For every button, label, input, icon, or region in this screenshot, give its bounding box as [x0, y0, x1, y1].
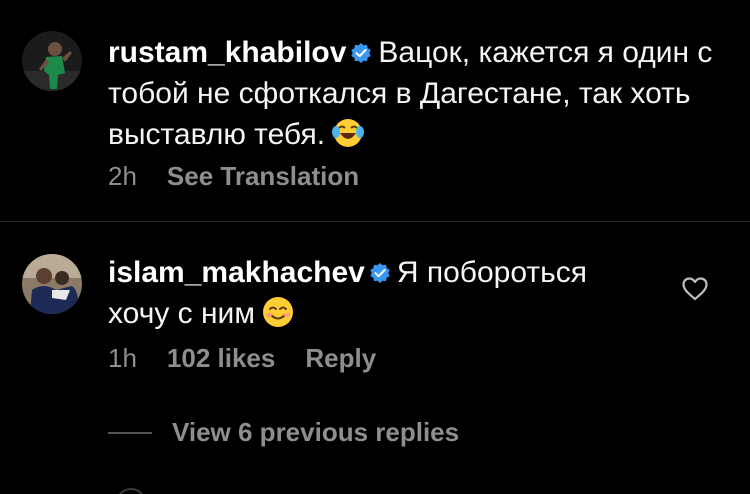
timestamp: 1h [108, 343, 137, 373]
replies-line [108, 431, 152, 434]
view-replies-button[interactable]: View 6 previous replies [108, 417, 459, 448]
verified-badge-icon [350, 34, 372, 63]
face-with-tears-of-joy-icon [331, 116, 365, 150]
smiling-face-with-smiling-eyes-icon [261, 295, 295, 329]
likes-count[interactable]: 102 likes [167, 343, 275, 373]
avatar[interactable] [22, 254, 82, 314]
username-link[interactable]: rustam_khabilov [108, 36, 346, 69]
see-translation-link[interactable]: See Translation [167, 161, 359, 191]
avatar [116, 488, 146, 494]
username-link[interactable]: islam_makhachev [108, 256, 365, 289]
comment-islam: islam_makhachev Я побороться хочу с ним 1… [0, 222, 750, 402]
avatar-image [22, 31, 82, 91]
like-heart-icon[interactable] [681, 276, 709, 302]
avatar[interactable] [22, 31, 82, 91]
comment-meta: 2h See Translation [108, 161, 389, 192]
timestamp: 2h [108, 161, 137, 191]
verified-badge-icon [369, 254, 391, 283]
reply-button[interactable]: Reply [305, 343, 376, 373]
view-replies-label[interactable]: View 6 previous replies [172, 417, 459, 448]
comment-body: islam_makhachev Я побороться хочу с ним [108, 252, 638, 334]
avatar-image [22, 254, 82, 314]
comment-meta: 1h 102 likes Reply [108, 343, 406, 374]
comment-body: rustam_khabilov Вацок, кажется я один с т… [108, 32, 728, 155]
comment-rustam: rustam_khabilov Вацок, кажется я один с т… [0, 0, 750, 220]
